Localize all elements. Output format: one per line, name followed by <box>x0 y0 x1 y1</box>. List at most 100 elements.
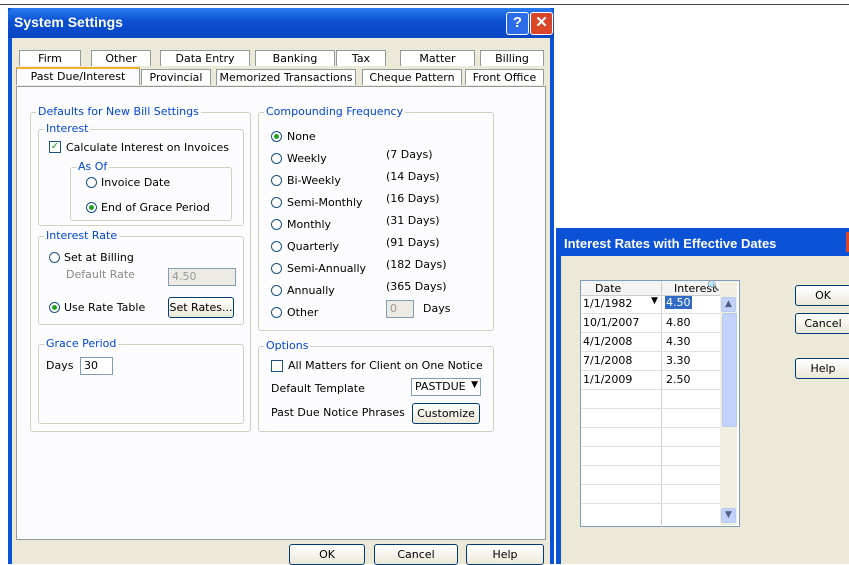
interest-group-title: Interest <box>44 122 91 135</box>
tab-other[interactable]: Other <box>91 50 151 66</box>
compounding-semiannually-radio[interactable] <box>271 263 282 274</box>
compounding-weekly-label: Weekly <box>287 152 327 165</box>
compounding-biweekly-label: Bi-Weekly <box>287 174 341 187</box>
title-close-button[interactable]: ✕ <box>530 12 553 35</box>
tab-matter[interactable]: Matter <box>400 50 475 66</box>
default-rate-input[interactable]: 4.50 <box>168 268 236 286</box>
compounding-other-radio[interactable] <box>271 307 282 318</box>
help-button[interactable]: Help <box>466 544 544 565</box>
row-separator <box>581 351 720 352</box>
customize-button[interactable]: Customize <box>412 403 480 424</box>
rates-cancel-button[interactable]: Cancel <box>795 313 849 334</box>
compounding-annually-label: Annually <box>287 284 335 297</box>
question-icon: ? <box>512 14 523 31</box>
compounding-monthly-label: Monthly <box>287 218 332 231</box>
tab-label: Banking <box>272 52 318 65</box>
tab-label: Billing <box>495 52 529 65</box>
tab-firm[interactable]: Firm <box>19 50 81 66</box>
compounding-quarterly-days: (91 Days) <box>386 236 440 249</box>
tab-label: Data Entry <box>175 52 235 65</box>
tab-label: Firm <box>38 52 62 65</box>
row-separator <box>581 427 720 428</box>
rate-row-date[interactable]: 7/1/2008 <box>583 354 632 367</box>
compounding-none-radio[interactable] <box>271 131 282 142</box>
compounding-semimonthly-radio[interactable] <box>271 197 282 208</box>
calc-interest-checkbox[interactable]: ✓ <box>49 141 61 153</box>
compounding-weekly-days: (7 Days) <box>386 148 433 161</box>
rates-ok-button[interactable]: OK <box>795 285 849 306</box>
cancel-button[interactable]: Cancel <box>374 544 458 565</box>
column-divider <box>661 281 662 525</box>
tab-label: Cheque Pattern <box>369 71 455 84</box>
all-matters-checkbox[interactable] <box>271 360 283 372</box>
set-rates-button[interactable]: Set Rates... <box>168 297 234 318</box>
window-title: System Settings <box>14 14 123 30</box>
ok-button[interactable]: OK <box>289 544 365 565</box>
rate-row-date[interactable]: 1/1/2009 <box>583 373 632 386</box>
scroll-thumb[interactable] <box>722 313 737 427</box>
tab-label: Provincial <box>149 71 203 84</box>
tab-provincial[interactable]: Provincial <box>141 69 211 85</box>
defaults-group-title: Defaults for New Bill Settings <box>36 105 201 118</box>
compounding-biweekly-days: (14 Days) <box>386 170 440 183</box>
end-grace-label: End of Grace Period <box>101 201 210 214</box>
chevron-up-icon: ▲ <box>725 299 732 309</box>
dropdown-arrow-icon: ▼ <box>471 380 478 390</box>
invoice-date-radio[interactable] <box>86 177 97 188</box>
tab-label: Matter <box>419 52 456 65</box>
tab-cheque-pattern[interactable]: Cheque Pattern <box>362 69 462 85</box>
row-separator <box>581 446 720 447</box>
tab-memorized-transactions[interactable]: Memorized Transactions <box>216 69 356 85</box>
rate-row-interest[interactable]: 4.30 <box>666 335 691 348</box>
rate-row-interest-selected[interactable]: 4.50 <box>665 296 692 309</box>
row-separator <box>581 408 720 409</box>
use-rate-table-radio[interactable] <box>49 302 60 313</box>
compounding-semiannually-label: Semi-Annually <box>287 262 367 275</box>
set-at-billing-radio[interactable] <box>49 252 60 263</box>
search-icon[interactable]: 🔍 <box>707 281 719 292</box>
scroll-down-button[interactable]: ▼ <box>721 508 736 523</box>
compounding-none-label: None <box>287 130 316 143</box>
rate-row-date[interactable]: 4/1/2008 <box>583 335 632 348</box>
compounding-biweekly-radio[interactable] <box>271 175 282 186</box>
interest-rates-title: Interest Rates with Effective Dates <box>564 236 777 251</box>
other-days-input[interactable]: 0 <box>386 300 414 318</box>
rate-row-date[interactable]: 1/1/1982 <box>583 297 632 310</box>
compounding-other-label: Other <box>287 306 319 319</box>
scroll-up-button[interactable]: ▲ <box>721 297 736 312</box>
row-separator <box>581 370 720 371</box>
row-separator <box>581 503 720 504</box>
tab-tax[interactable]: Tax <box>336 50 386 66</box>
default-template-select[interactable]: PASTDUE ▼ <box>411 378 481 396</box>
close-icon: ✕ <box>535 14 548 31</box>
tab-past-due-interest[interactable]: Past Due/Interest <box>16 67 140 85</box>
end-grace-radio[interactable] <box>86 202 97 213</box>
rates-help-button[interactable]: Help <box>795 358 849 379</box>
compounding-weekly-radio[interactable] <box>271 153 282 164</box>
tab-data-entry[interactable]: Data Entry <box>160 50 250 66</box>
col-date-header[interactable]: Date <box>595 282 621 295</box>
as-of-group-title: As Of <box>76 160 110 173</box>
rate-row-date[interactable]: 10/1/2007 <box>583 316 639 329</box>
compounding-quarterly-radio[interactable] <box>271 241 282 252</box>
title-help-button[interactable]: ? <box>506 12 529 35</box>
rate-row-interest[interactable]: 2.50 <box>666 373 691 386</box>
rate-row-interest[interactable]: 3.30 <box>666 354 691 367</box>
checkmark-icon: ✓ <box>50 141 60 152</box>
grace-days-input[interactable]: 30 <box>80 357 113 375</box>
tab-banking[interactable]: Banking <box>255 50 335 66</box>
row-separator <box>581 313 720 314</box>
tab-front-office[interactable]: Front Office <box>465 69 544 85</box>
compounding-annually-radio[interactable] <box>271 285 282 296</box>
compounding-monthly-days: (31 Days) <box>386 214 440 227</box>
tab-billing[interactable]: Billing <box>480 50 544 66</box>
tab-label: Memorized Transactions <box>219 71 353 84</box>
compounding-monthly-radio[interactable] <box>271 219 282 230</box>
grace-period-group <box>38 344 244 424</box>
rate-row-interest[interactable]: 4.80 <box>666 316 691 329</box>
compounding-quarterly-label: Quarterly <box>287 240 340 253</box>
compounding-semimonthly-days: (16 Days) <box>386 192 440 205</box>
default-rate-label: Default Rate <box>66 268 135 281</box>
row-separator <box>581 484 720 485</box>
compounding-semimonthly-label: Semi-Monthly <box>287 196 363 209</box>
